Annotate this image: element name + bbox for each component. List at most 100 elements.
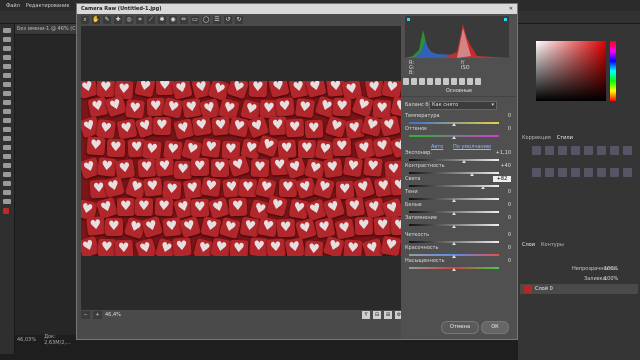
path-select-tool-icon[interactable] bbox=[3, 172, 11, 177]
detail-panel-icon[interactable] bbox=[419, 78, 425, 85]
hue-slider[interactable] bbox=[610, 41, 616, 101]
slider-thumb[interactable] bbox=[452, 212, 456, 215]
slider-thumb[interactable] bbox=[452, 268, 456, 271]
slider-thumb[interactable] bbox=[452, 225, 456, 228]
view-y-button[interactable]: Y bbox=[362, 310, 370, 319]
highlight-clipping-icon[interactable] bbox=[504, 18, 507, 21]
lens-panel-icon[interactable] bbox=[443, 78, 449, 85]
blur-tool-icon[interactable] bbox=[3, 136, 11, 141]
hand-tool-icon[interactable] bbox=[3, 190, 11, 195]
eraser-tool-icon[interactable] bbox=[3, 118, 11, 123]
shape-tool-icon[interactable] bbox=[3, 181, 11, 186]
slider-value[interactable]: 0 bbox=[493, 215, 511, 221]
split-toning-panel-icon[interactable] bbox=[435, 78, 441, 85]
cancel-button[interactable]: Отмена bbox=[441, 321, 479, 334]
graduated-filter-tool-icon[interactable]: ▭ bbox=[191, 16, 199, 24]
stamp-tool-icon[interactable] bbox=[3, 100, 11, 105]
view-before-after-button[interactable]: ⊟ bbox=[373, 310, 381, 319]
white-balance-tool-icon[interactable]: ✎ bbox=[103, 16, 111, 24]
style-swatch[interactable] bbox=[623, 168, 632, 177]
color-sampler-tool-icon[interactable]: ✚ bbox=[114, 16, 122, 24]
style-swatch[interactable] bbox=[532, 146, 541, 155]
slider-value[interactable]: 0 bbox=[493, 258, 511, 264]
ok-button[interactable]: ОК bbox=[481, 321, 509, 334]
rotate-right-icon[interactable]: ↻ bbox=[235, 16, 243, 24]
marquee-tool-icon[interactable] bbox=[3, 37, 11, 42]
slider-value[interactable]: +1,10 bbox=[493, 150, 511, 156]
document-tab[interactable]: Без имени-1 @ 46% (Слой bbox=[15, 24, 79, 34]
gradient-tool-icon[interactable] bbox=[3, 127, 11, 132]
move-tool-icon[interactable] bbox=[3, 28, 11, 33]
straighten-tool-icon[interactable]: ⟋ bbox=[147, 16, 155, 24]
style-swatch[interactable] bbox=[545, 146, 554, 155]
slider-value[interactable]: 0 bbox=[493, 113, 511, 119]
brush-tool-icon[interactable] bbox=[3, 91, 11, 96]
zoom-value[interactable]: 46,4% bbox=[105, 312, 125, 318]
default-link[interactable]: По умолчанию bbox=[453, 144, 491, 150]
layer-fill-value[interactable]: 100% bbox=[604, 276, 618, 282]
magic-wand-tool-icon[interactable] bbox=[3, 55, 11, 60]
calibration-panel-icon[interactable] bbox=[459, 78, 465, 85]
menu-file[interactable]: Файл bbox=[6, 3, 20, 9]
effects-panel-icon[interactable] bbox=[451, 78, 457, 85]
hsl-panel-icon[interactable] bbox=[427, 78, 433, 85]
layer-row[interactable]: Слой 0 bbox=[520, 284, 638, 294]
foreground-color-swatch[interactable] bbox=[3, 208, 9, 214]
presets-panel-icon[interactable] bbox=[467, 78, 473, 85]
slider-thumb[interactable] bbox=[452, 199, 456, 202]
dodge-tool-icon[interactable] bbox=[3, 145, 11, 150]
pen-tool-icon[interactable] bbox=[3, 154, 11, 159]
slider-value[interactable]: +82 bbox=[493, 176, 511, 182]
lasso-tool-icon[interactable] bbox=[3, 46, 11, 51]
type-tool-icon[interactable] bbox=[3, 163, 11, 168]
style-swatch[interactable] bbox=[571, 146, 580, 155]
slider-track[interactable] bbox=[409, 172, 499, 174]
hand-tool-icon[interactable]: ✋ bbox=[92, 16, 100, 24]
zoom-in-button[interactable]: + bbox=[93, 310, 102, 319]
slider-track[interactable] bbox=[409, 185, 499, 187]
style-swatch[interactable] bbox=[558, 146, 567, 155]
shadow-clipping-icon[interactable] bbox=[407, 18, 410, 21]
style-swatch[interactable] bbox=[623, 146, 632, 155]
spot-removal-tool-icon[interactable]: ✱ bbox=[158, 16, 166, 24]
slider-value[interactable]: 0 bbox=[493, 126, 511, 132]
healing-tool-icon[interactable] bbox=[3, 82, 11, 87]
tab-layers[interactable]: Слои bbox=[522, 242, 535, 248]
slider-thumb[interactable] bbox=[461, 160, 466, 163]
history-brush-tool-icon[interactable] bbox=[3, 109, 11, 114]
radial-filter-tool-icon[interactable]: ◯ bbox=[202, 16, 210, 24]
style-swatch[interactable] bbox=[610, 168, 619, 177]
color-picker-field[interactable] bbox=[536, 41, 606, 101]
slider-thumb[interactable] bbox=[480, 186, 485, 189]
crop-tool-icon[interactable]: ⌗ bbox=[136, 16, 144, 24]
slider-value[interactable]: 0 bbox=[493, 245, 511, 251]
adjustment-brush-tool-icon[interactable]: ✏ bbox=[180, 16, 188, 24]
white-balance-select[interactable]: Как снято ▾ bbox=[429, 101, 497, 110]
view-swap-button[interactable]: ⊞ bbox=[384, 310, 392, 319]
snapshots-panel-icon[interactable] bbox=[475, 78, 481, 85]
style-swatch[interactable] bbox=[610, 146, 619, 155]
slider-thumb[interactable] bbox=[452, 255, 456, 258]
tab-paths[interactable]: Контуры bbox=[541, 242, 564, 248]
rotate-left-icon[interactable]: ↺ bbox=[224, 16, 232, 24]
red-eye-tool-icon[interactable]: ◉ bbox=[169, 16, 177, 24]
slider-value[interactable]: 0 bbox=[493, 189, 511, 195]
style-swatch[interactable] bbox=[584, 146, 593, 155]
crop-tool-icon[interactable] bbox=[3, 64, 11, 69]
eyedropper-tool-icon[interactable] bbox=[3, 73, 11, 78]
layer-opacity-value[interactable]: 100% bbox=[604, 266, 618, 272]
tab-styles[interactable]: Стили bbox=[557, 135, 573, 141]
slider-value[interactable]: +40 bbox=[493, 163, 511, 169]
slider-thumb[interactable] bbox=[452, 123, 456, 126]
preferences-icon[interactable]: ☰ bbox=[213, 16, 221, 24]
style-swatch[interactable] bbox=[532, 168, 541, 177]
targeted-adjustment-tool-icon[interactable]: ◎ bbox=[125, 16, 133, 24]
tone-curve-panel-icon[interactable] bbox=[411, 78, 417, 85]
zoom-tool-icon[interactable]: ⌕ bbox=[81, 16, 89, 24]
slider-thumb[interactable] bbox=[452, 242, 456, 245]
slider-track[interactable] bbox=[409, 159, 499, 161]
style-swatch[interactable] bbox=[597, 168, 606, 177]
tab-adjustments[interactable]: Коррекция bbox=[522, 135, 551, 141]
style-swatch[interactable] bbox=[597, 146, 606, 155]
style-swatch[interactable] bbox=[558, 168, 567, 177]
